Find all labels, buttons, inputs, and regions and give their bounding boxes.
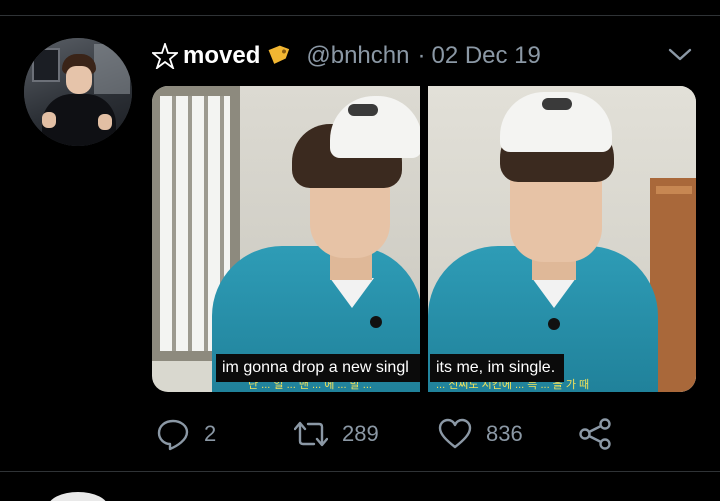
bottom-divider [0,471,720,472]
pentagram-icon [152,43,178,69]
share-button[interactable] [578,414,612,454]
media-photo-2[interactable]: ... 신씨도 시킨에 ... 득 ... 을 가 때 its me, im s… [428,86,696,392]
retweet-button[interactable]: 289 [294,414,379,454]
tweet-actions: 2 289 836 [0,414,720,454]
chevron-down-icon[interactable] [666,44,694,64]
reply-button[interactable]: 2 [156,414,216,454]
media-grid: 단 ... 일 ... 맨 ... 에 ... 발 ... im gonna d… [152,86,696,392]
meta-separator: · [417,42,426,69]
tag-icon [268,45,290,64]
reply-icon [157,419,189,451]
tweet-date[interactable]: 02 Dec 19 [431,42,540,70]
like-count: 836 [486,421,523,446]
like-button[interactable]: 836 [438,414,523,454]
share-icon [579,418,611,450]
reply-count: 2 [204,421,217,446]
heart-icon [438,418,472,449]
retweet-icon [294,421,328,447]
tweet-header: moved @bnhchn · 02 Dec 19 [152,38,541,74]
subtitle-1: im gonna drop a new singl [216,354,420,382]
subtitle-2: its me, im single. [430,354,564,382]
media-photo-1[interactable]: 단 ... 일 ... 맨 ... 에 ... 발 ... im gonna d… [152,86,420,392]
user-handle[interactable]: @bnhchn [306,42,409,70]
retweet-count: 289 [342,421,379,446]
avatar[interactable] [24,38,132,146]
next-tweet-avatar[interactable] [48,492,108,501]
display-name[interactable]: moved [183,42,260,70]
top-divider [0,15,720,16]
